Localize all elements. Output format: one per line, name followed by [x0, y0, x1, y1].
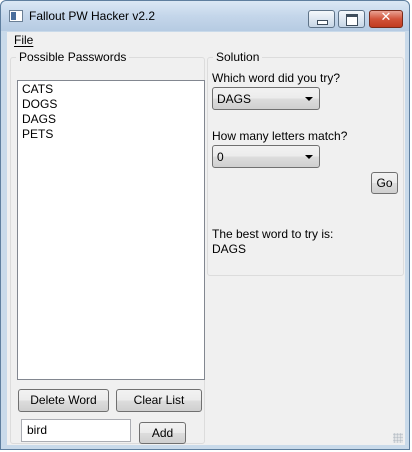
chevron-down-icon	[305, 155, 313, 159]
client-area: Possible Passwords CATS DOGS DAGS PETS D…	[7, 49, 405, 445]
chevron-down-icon	[305, 97, 313, 101]
go-button[interactable]: Go	[371, 172, 398, 194]
word-tried-dropdown[interactable]: DAGS	[212, 87, 320, 110]
add-button[interactable]: Add	[139, 422, 186, 444]
word-tried-value: DAGS	[217, 92, 252, 106]
minimize-icon	[317, 20, 328, 25]
close-button[interactable]: ✕	[369, 10, 403, 28]
maximize-icon	[346, 14, 358, 26]
best-word-label: The best word to try is:	[212, 227, 334, 241]
app-window: Fallout PW Hacker v2.2 ✕ File Possible P…	[0, 0, 410, 450]
list-item[interactable]: PETS	[22, 127, 204, 142]
menu-bar: File	[7, 32, 405, 49]
new-word-input[interactable]: bird	[21, 419, 131, 442]
list-item[interactable]: DOGS	[22, 97, 204, 112]
possible-passwords-label: Possible Passwords	[16, 50, 130, 64]
password-list[interactable]: CATS DOGS DAGS PETS	[17, 80, 205, 380]
list-item[interactable]: CATS	[22, 82, 204, 97]
letters-match-value: 0	[217, 150, 224, 164]
solution-label: Solution	[213, 50, 263, 64]
title-bar[interactable]: Fallout PW Hacker v2.2 ✕	[1, 1, 409, 31]
word-question-label: Which word did you try?	[212, 71, 341, 85]
minimize-button[interactable]	[308, 10, 335, 28]
close-icon: ✕	[380, 10, 392, 25]
clear-list-button[interactable]: Clear List	[116, 389, 202, 412]
delete-word-button[interactable]: Delete Word	[18, 389, 109, 412]
list-item[interactable]: DAGS	[22, 112, 204, 127]
window-title: Fallout PW Hacker v2.2	[29, 9, 156, 23]
best-word-value: DAGS	[212, 242, 247, 256]
match-question-label: How many letters match?	[212, 129, 348, 143]
menu-file[interactable]: File	[14, 33, 33, 47]
maximize-button[interactable]	[338, 10, 365, 28]
letters-match-dropdown[interactable]: 0	[212, 145, 320, 168]
possible-passwords-group: Possible Passwords CATS DOGS DAGS PETS D…	[10, 50, 205, 444]
app-window-icon	[9, 10, 23, 22]
resize-grip-icon[interactable]	[393, 433, 403, 443]
